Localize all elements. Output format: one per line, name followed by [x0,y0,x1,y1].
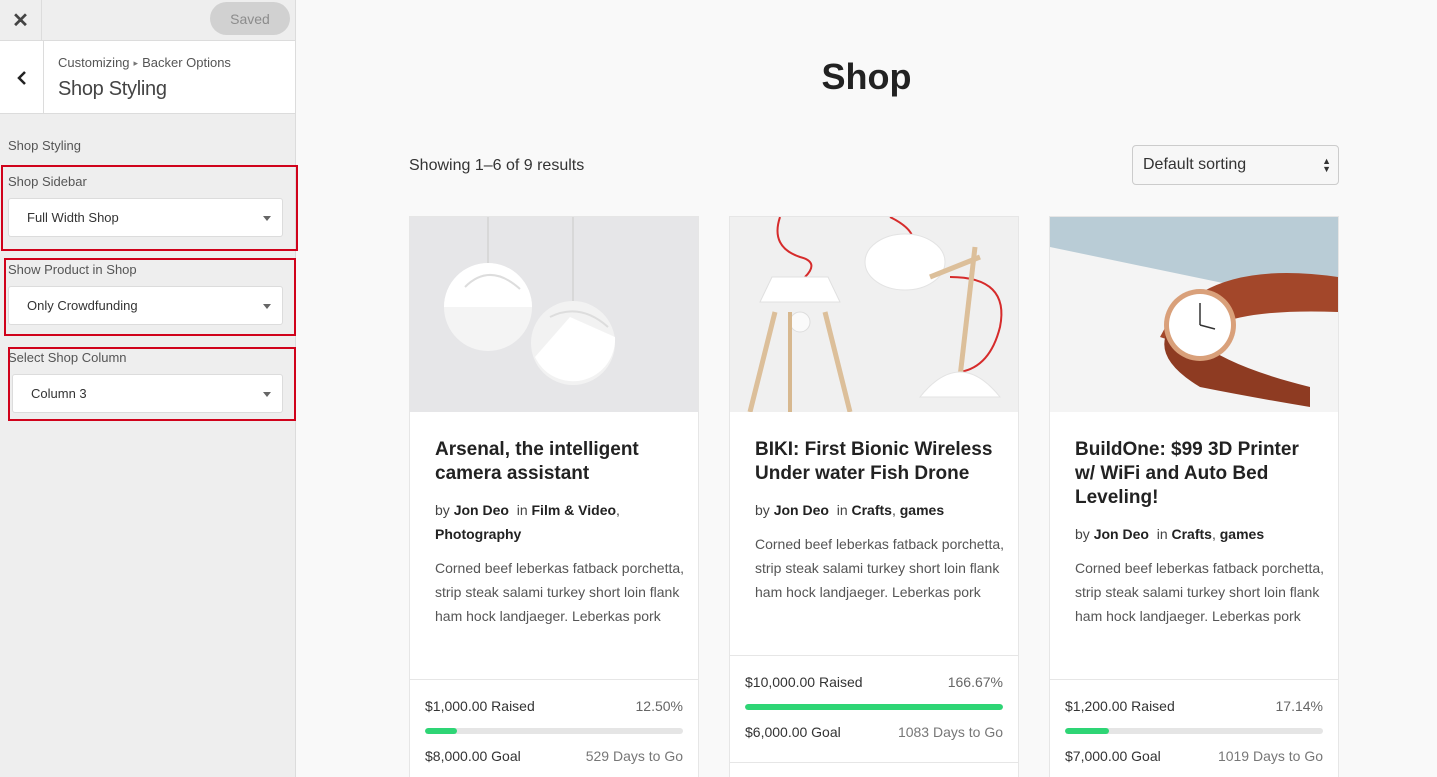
category-link[interactable]: games [1220,526,1264,542]
breadcrumb-root: Customizing [58,55,130,70]
by-label: by [435,502,450,518]
product-meta: by Jon Deo in Film & Video, Photography [435,502,620,542]
chevron-left-icon [16,70,26,85]
days-to-go: 529 Days to Go [585,748,683,764]
saved-button[interactable]: Saved [210,2,290,35]
breadcrumb: Customizing ▸ Backer Options [58,55,231,70]
section-title: Shop Styling [58,78,167,100]
select-arrows-icon: ▲ ▼ [1322,156,1331,174]
product-card: BuildOne: $99 3D Printer w/ WiFi and Aut… [1049,216,1339,777]
raised-amount: $10,000.00 Raised [745,674,863,690]
page-title: Shop [821,56,912,97]
product-title[interactable]: BuildOne: $99 3D Printer w/ WiFi and Aut… [1075,438,1320,510]
progress-bar [425,728,683,734]
product-card: BIKI: First Bionic Wireless Under water … [729,216,1019,777]
highlight-box [8,347,296,421]
product-image[interactable] [1050,217,1338,412]
results-count: Showing 1–6 of 9 results [409,157,585,174]
author-link[interactable]: Jon Deo [1094,526,1149,542]
funded-percent: 17.14% [1275,698,1323,714]
product-description: Corned beef leberkas fatback porchetta, … [435,560,685,624]
category-link[interactable]: Crafts [852,502,892,518]
goal-amount: $7,000.00 Goal [1065,748,1161,764]
progress-fill [745,704,1003,710]
product-image[interactable] [410,217,698,412]
product-description: Corned beef leberkas fatback porchetta, … [755,536,1005,600]
close-button[interactable]: ✕ [0,0,42,40]
funded-percent: 12.50% [635,698,683,714]
close-icon: ✕ [12,9,29,32]
back-button[interactable] [0,41,44,114]
days-to-go: 1083 Days to Go [897,724,1003,740]
customizer-topbar: ✕ Saved [0,0,295,41]
author-link[interactable]: Jon Deo [774,502,829,518]
progress-fill [425,728,458,734]
section-header: Customizing ▸ Backer Options Shop Styling [0,41,295,114]
highlight-box [4,258,296,336]
divider [1050,679,1338,680]
funded-percent: 166.67% [947,674,1003,690]
highlight-box [1,165,298,251]
sorting-select[interactable]: Default sorting ▲ ▼ [1132,145,1339,185]
product-title[interactable]: Arsenal, the intelligent camera assistan… [435,438,680,486]
progress-bar [1065,728,1323,734]
divider [730,655,1018,656]
progress-fill [1065,728,1110,734]
product-image[interactable] [730,217,1018,412]
product-title[interactable]: BIKI: First Bionic Wireless Under water … [755,438,1000,486]
by-label: by [1075,526,1090,542]
breadcrumb-separator-icon: ▸ [133,58,139,68]
progress-bar [745,704,1003,710]
divider [410,679,698,680]
goal-amount: $8,000.00 Goal [425,748,521,764]
days-to-go: 1019 Days to Go [1217,748,1323,764]
category-link[interactable]: games [900,502,944,518]
category-link[interactable]: Crafts [1172,526,1212,542]
goal-amount: $6,000.00 Goal [745,724,841,740]
raised-amount: $1,000.00 Raised [425,698,535,714]
by-label: by [755,502,770,518]
in-label: in [836,502,848,518]
breadcrumb-parent: Backer Options [142,55,231,70]
product-card: Arsenal, the intelligent camera assistan… [409,216,699,777]
sorting-value: Default sorting [1143,156,1247,173]
category-link[interactable]: Film & Video [532,502,617,518]
customizer-sidebar: ✕ Saved Customizing ▸ Backer Options Shop … [0,0,298,777]
in-label: in [1156,526,1168,542]
author-link[interactable]: Jon Deo [454,502,509,518]
product-meta: by Jon Deo in Crafts, games [1075,526,1265,542]
product-meta: by Jon Deo in Crafts, games [755,502,945,518]
product-description: Corned beef leberkas fatback porchetta, … [1075,560,1325,624]
category-link[interactable]: Photography [435,526,521,542]
group-title: Shop Styling [8,138,81,153]
raised-amount: $1,200.00 Raised [1065,698,1175,714]
in-label: in [516,502,528,518]
divider [730,762,1018,763]
